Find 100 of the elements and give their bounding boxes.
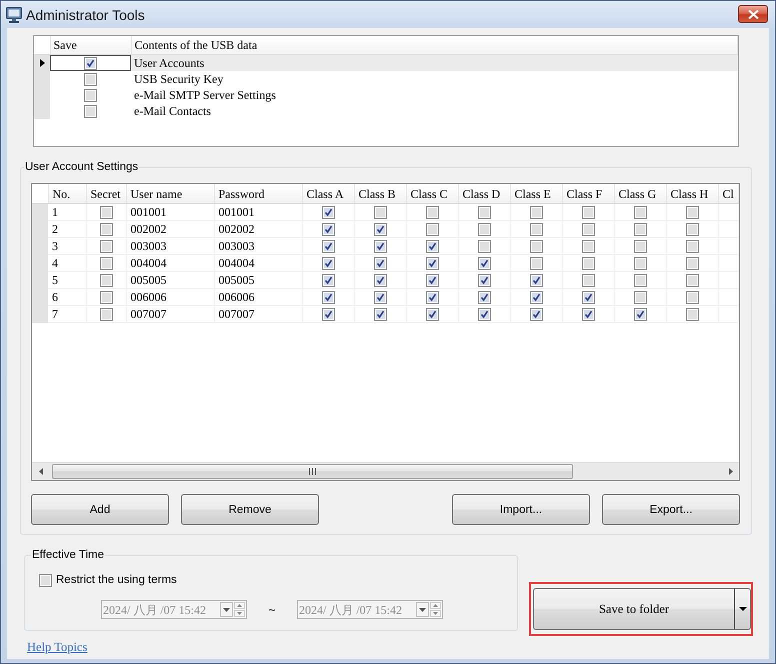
- checkbox[interactable]: [582, 274, 594, 286]
- checkbox[interactable]: [84, 56, 97, 70]
- checkbox[interactable]: [322, 308, 334, 320]
- checkbox[interactable]: [322, 290, 334, 304]
- checkbox[interactable]: [530, 308, 542, 320]
- checkbox[interactable]: [686, 308, 698, 320]
- column-header[interactable]: Class D: [458, 184, 510, 204]
- checkbox[interactable]: [39, 574, 52, 586]
- checkbox[interactable]: [478, 256, 490, 270]
- checkbox[interactable]: [582, 308, 594, 320]
- checkbox[interactable]: [374, 222, 386, 236]
- column-header[interactable]: Save: [50, 36, 131, 54]
- checkbox[interactable]: [530, 256, 542, 270]
- checkbox[interactable]: [322, 222, 334, 236]
- column-header[interactable]: Class F: [562, 184, 614, 204]
- help-link[interactable]: Help Topics: [27, 640, 88, 655]
- checkbox-label[interactable]: Restrict the using terms: [56, 573, 177, 587]
- checkbox[interactable]: [686, 290, 698, 304]
- checkbox[interactable]: [478, 206, 490, 218]
- checkbox[interactable]: [100, 290, 112, 304]
- column-header[interactable]: Contents of the USB data: [131, 36, 738, 54]
- checkbox[interactable]: [374, 274, 386, 286]
- checkbox[interactable]: [686, 222, 698, 236]
- checkbox[interactable]: [426, 308, 438, 320]
- column-header[interactable]: Class B: [354, 184, 406, 204]
- checkbox[interactable]: [426, 240, 438, 252]
- checkbox[interactable]: [686, 256, 698, 270]
- checkbox[interactable]: [100, 206, 112, 218]
- checkbox[interactable]: [530, 222, 542, 236]
- checkbox[interactable]: [84, 72, 97, 86]
- checkbox[interactable]: [634, 222, 646, 236]
- horizontal-scrollbar[interactable]: [32, 462, 739, 480]
- action-button[interactable]: Export...: [602, 494, 740, 525]
- caret-icon: [419, 608, 426, 612]
- column-header[interactable]: Class E: [510, 184, 562, 204]
- down-arrow-icon: [433, 612, 438, 615]
- checkbox[interactable]: [322, 274, 334, 286]
- checkbox[interactable]: [322, 206, 334, 218]
- checkbox[interactable]: [100, 274, 112, 286]
- checkbox[interactable]: [322, 256, 334, 270]
- checkbox[interactable]: [100, 256, 112, 270]
- action-button[interactable]: Remove: [181, 494, 319, 525]
- checkbox[interactable]: [478, 308, 490, 320]
- checkbox[interactable]: [582, 256, 594, 270]
- checkbox[interactable]: [100, 222, 112, 236]
- checkbox[interactable]: [530, 274, 542, 286]
- checkbox[interactable]: [426, 206, 438, 218]
- checkbox[interactable]: [530, 290, 542, 304]
- focused-cell[interactable]: [50, 54, 131, 71]
- checkbox[interactable]: [582, 206, 594, 218]
- checkbox[interactable]: [100, 308, 112, 320]
- up-arrow-icon: [237, 604, 242, 607]
- row-header[interactable]: [34, 54, 50, 71]
- column-header[interactable]: Class A: [302, 184, 354, 204]
- checkbox[interactable]: [478, 222, 490, 236]
- checkbox[interactable]: [84, 104, 97, 118]
- checkbox[interactable]: [634, 206, 646, 218]
- checkbox[interactable]: [634, 256, 646, 270]
- column-header[interactable]: Class G: [614, 184, 666, 204]
- column-header[interactable]: Secret: [86, 184, 126, 204]
- column-header[interactable]: Password: [214, 184, 302, 204]
- action-button[interactable]: Add: [31, 494, 169, 525]
- checkbox[interactable]: [530, 206, 542, 218]
- checkbox[interactable]: [84, 88, 97, 102]
- checkbox[interactable]: [530, 240, 542, 252]
- checkbox[interactable]: [426, 290, 438, 304]
- checkbox[interactable]: [374, 256, 386, 270]
- column-header[interactable]: User name: [126, 184, 214, 204]
- checkbox[interactable]: [426, 222, 438, 236]
- close-button[interactable]: [738, 5, 768, 23]
- table-cell: USB Security Key: [131, 71, 738, 87]
- checkbox[interactable]: [634, 274, 646, 286]
- checkbox[interactable]: [686, 274, 698, 286]
- checkbox[interactable]: [374, 308, 386, 320]
- action-button[interactable]: Import...: [452, 494, 590, 525]
- checkbox[interactable]: [478, 240, 490, 252]
- checkbox[interactable]: [322, 240, 334, 252]
- checkbox[interactable]: [426, 256, 438, 270]
- column-header[interactable]: Cl: [718, 184, 738, 204]
- checkbox[interactable]: [634, 240, 646, 252]
- scrollbar-thumb[interactable]: [52, 464, 573, 479]
- column-header[interactable]: No.: [48, 184, 86, 204]
- checkbox[interactable]: [374, 240, 386, 252]
- checkbox[interactable]: [582, 240, 594, 252]
- dropdown-button[interactable]: [734, 588, 751, 630]
- column-header[interactable]: Class H: [666, 184, 718, 204]
- checkbox[interactable]: [374, 290, 386, 304]
- checkbox[interactable]: [634, 290, 646, 304]
- checkbox[interactable]: [582, 290, 594, 304]
- checkbox[interactable]: [426, 274, 438, 286]
- checkbox[interactable]: [686, 240, 698, 252]
- checkbox[interactable]: [374, 206, 386, 218]
- checkbox[interactable]: [478, 274, 490, 286]
- checkbox[interactable]: [634, 308, 646, 320]
- column-header[interactable]: Class C: [406, 184, 458, 204]
- save-button[interactable]: Save to folder: [533, 588, 734, 630]
- checkbox[interactable]: [582, 222, 594, 236]
- checkbox[interactable]: [478, 290, 490, 304]
- checkbox[interactable]: [100, 240, 112, 252]
- checkbox[interactable]: [686, 206, 698, 218]
